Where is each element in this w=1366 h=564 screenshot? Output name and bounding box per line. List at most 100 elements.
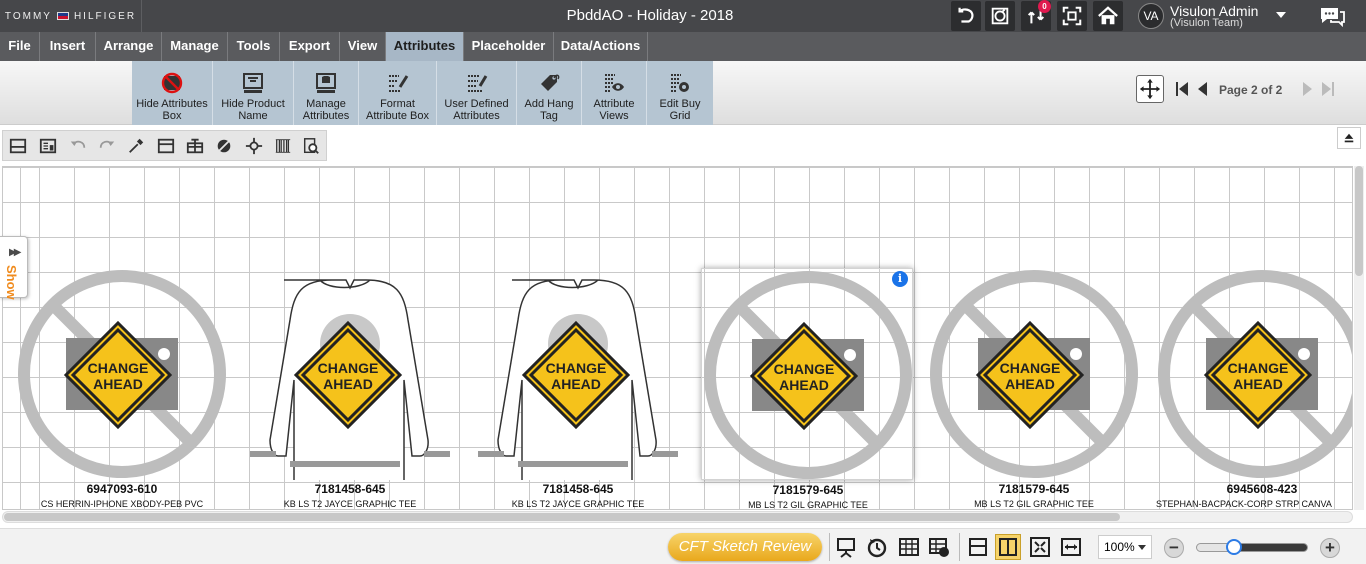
manage-attributes-button[interactable]: Manage Attributes [294, 61, 359, 125]
ribbon-label-line1: Manage [306, 98, 346, 110]
product-code: 6947093-610 [86, 482, 158, 496]
menu-tools[interactable]: Tools [228, 32, 280, 61]
double-chevron-right-icon: ▶▶ [9, 247, 22, 258]
eyedropper-icon[interactable] [124, 134, 148, 158]
product-card-selected[interactable]: CHANGE AHEAD i 7181579-645 MB LS T2 GIL … [701, 268, 914, 510]
format-attribute-box-button[interactable]: Format Attribute Box [359, 61, 437, 125]
menu-export[interactable]: Export [280, 32, 340, 61]
document-title: PbddAO - Holiday - 2018 [566, 7, 734, 24]
save-layout-icon[interactable] [6, 134, 30, 158]
attribute-views-icon [605, 74, 624, 92]
fullscreen-icon[interactable] [1057, 1, 1087, 31]
menu-insert[interactable]: Insert [40, 32, 96, 61]
home-icon[interactable] [1093, 1, 1123, 31]
grid-view-icon[interactable] [896, 534, 922, 560]
sign-text-line1: CHANGE [1000, 360, 1061, 376]
sign-text-line2: AHEAD [93, 376, 143, 392]
ribbon-label-line1: Edit Buy [659, 98, 701, 110]
two-page-view-icon[interactable] [995, 534, 1021, 560]
cft-sketch-review-button[interactable]: CFT Sketch Review [668, 533, 822, 561]
menu-placeholder[interactable]: Placeholder [464, 32, 554, 61]
hide-attributes-icon [161, 72, 183, 94]
user-team: (Visulon Team) [1170, 16, 1243, 29]
zoom-select[interactable]: 100% [1098, 535, 1152, 559]
product-image: CHANGE AHEAD [244, 268, 456, 501]
hang-tag-icon [541, 74, 560, 91]
chevron-down-icon [1138, 545, 1146, 550]
product-card[interactable]: CHANGE AHEAD 7181579-645 MB LS T2 GIL GR… [928, 268, 1140, 513]
product-name: MB LS T2 GIL GRAPHIC TEE [974, 499, 1094, 509]
properties-icon[interactable] [36, 134, 60, 158]
product-image: CHANGE AHEAD [16, 268, 228, 480]
zoom-document-icon[interactable] [299, 134, 323, 158]
changes-icon[interactable]: 0 [1021, 0, 1051, 31]
collapse-ribbon-icon[interactable] [1337, 127, 1361, 149]
user-menu[interactable]: VA Visulon Admin (Visulon Team) [1138, 0, 1304, 32]
divider [829, 533, 830, 561]
undo-icon[interactable] [951, 1, 981, 31]
top-bar: TOMMY HILFIGER PbddAO - Holiday - 2018 0… [0, 0, 1366, 32]
group-icon[interactable] [183, 134, 207, 158]
redo-icon[interactable] [95, 134, 119, 158]
product-card[interactable]: CHANGE AHEAD 7181458-645 KB LS T2 JAYCE … [472, 268, 684, 513]
ribbon-label-line1: Hide Product [221, 98, 285, 110]
ribbon-label-line1: Attribute [593, 98, 635, 110]
fit-width-icon[interactable] [1058, 534, 1084, 560]
first-page-icon[interactable] [1174, 80, 1190, 98]
zoom-slider-knob[interactable] [1226, 539, 1242, 555]
barcode-icon[interactable] [271, 134, 295, 158]
history-icon[interactable] [864, 534, 890, 560]
menu-view[interactable]: View [340, 32, 386, 61]
zoom-slider[interactable] [1196, 539, 1308, 555]
menu-manage[interactable]: Manage [162, 32, 228, 61]
single-page-view-icon[interactable] [965, 534, 991, 560]
brand-name-left: TOMMY [4, 10, 52, 22]
ribbon-label-line2: Attribute Box [366, 110, 429, 122]
last-page-icon[interactable] [1320, 80, 1336, 98]
info-icon[interactable]: i [892, 271, 908, 287]
menu-arrange[interactable]: Arrange [96, 32, 162, 61]
vertical-scroll-thumb[interactable] [1355, 166, 1363, 276]
ribbon-label-line2: Views [599, 110, 629, 122]
frame-icon[interactable] [154, 134, 178, 158]
zoom-in-button[interactable]: + [1320, 538, 1340, 558]
menu-file[interactable]: File [0, 32, 40, 61]
show-panel-tab[interactable]: ▶▶ Show [0, 236, 28, 300]
product-image: CHANGE AHEAD [928, 268, 1140, 480]
menu-attributes[interactable]: Attributes [386, 32, 464, 61]
hide-image-icon[interactable] [212, 134, 236, 158]
canvas-toolbar [2, 130, 327, 161]
attribute-views-button[interactable]: Attribute Views [582, 61, 647, 125]
move-icon[interactable] [1136, 75, 1164, 103]
menu-data-actions[interactable]: Data/Actions [554, 32, 648, 61]
target-icon[interactable] [242, 134, 266, 158]
product-card[interactable]: CHANGE AHEAD 6945608-423 STEPHAN-BACPACK… [1156, 268, 1352, 513]
horizontal-scroll-thumb[interactable] [4, 513, 1120, 521]
chevron-down-icon [1276, 12, 1286, 18]
sign-text-line2: AHEAD [551, 376, 601, 392]
ribbon-label-line1: Add Hang [524, 98, 574, 110]
add-hang-tag-button[interactable]: Add Hang Tag [517, 61, 582, 125]
vertical-scrollbar[interactable] [1354, 166, 1364, 510]
fit-to-screen-icon[interactable] [1027, 534, 1053, 560]
brand-logo[interactable]: TOMMY HILFIGER [0, 0, 142, 32]
product-card[interactable]: CHANGE AHEAD 7181458-645 KB LS T2 JAYCE … [244, 268, 456, 513]
presentation-icon[interactable] [833, 534, 859, 560]
hide-product-name-button[interactable]: Hide Product Name [213, 61, 294, 125]
sync-icon[interactable] [985, 1, 1015, 31]
zoom-out-button[interactable]: − [1164, 538, 1184, 558]
hide-attributes-box-button[interactable]: Hide Attributes Box [132, 61, 213, 125]
hide-product-name-icon [243, 73, 263, 93]
sign-text-line2: AHEAD [1005, 376, 1055, 392]
product-card[interactable]: CHANGE AHEAD 6947093-610 CS HERRIN-IPHON… [16, 268, 228, 513]
sign-text-line2: AHEAD [323, 376, 373, 392]
user-name: Visulon Admin [1170, 2, 1259, 19]
edit-buy-grid-button[interactable]: Edit Buy Grid [647, 61, 713, 125]
undo-icon[interactable] [66, 134, 90, 158]
grid-settings-icon[interactable] [926, 534, 952, 560]
chat-icon[interactable] [1318, 4, 1346, 28]
product-image: CHANGE AHEAD [702, 269, 914, 481]
next-page-icon[interactable] [1300, 80, 1316, 98]
previous-page-icon[interactable] [1194, 80, 1210, 98]
user-defined-attributes-button[interactable]: User Defined Attributes [437, 61, 517, 125]
